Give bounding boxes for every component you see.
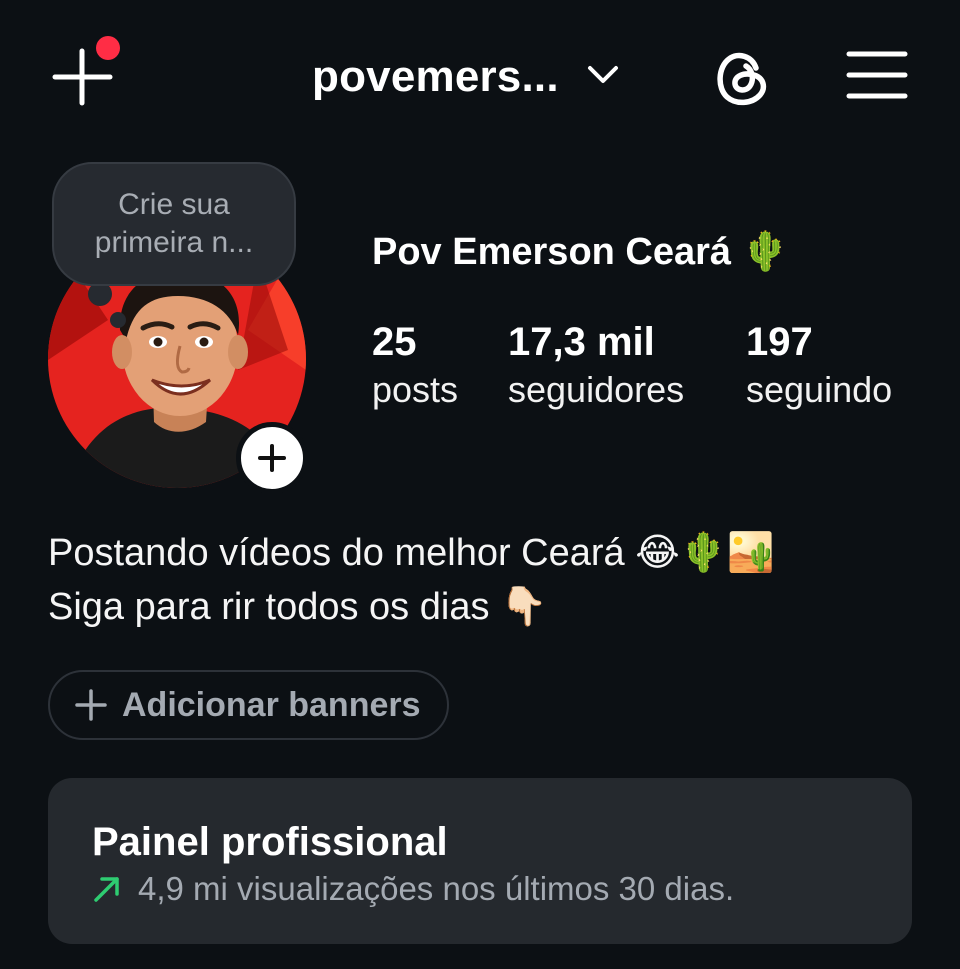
panel-subtitle-text: 4,9 mi visualizações nos últimos 30 dias… [138, 870, 735, 907]
create-button[interactable] [52, 36, 120, 106]
stat-label: seguindo [746, 369, 893, 410]
hamburger-menu-icon[interactable] [846, 50, 908, 100]
stat-followers[interactable]: 17,3 mil seguidores [508, 318, 684, 414]
add-banners-button[interactable]: Adicionar banners [48, 670, 449, 740]
panel-title: Painel profissional [92, 820, 448, 864]
stat-label: seguidores [508, 369, 685, 410]
note-text: Crie sua primeira n... [94, 188, 254, 259]
stat-value: 197 [746, 320, 813, 364]
top-bar: povemers... [0, 0, 960, 160]
chevron-down-icon [587, 66, 618, 83]
profile-page: povemers... Crie sua primeira n... Pov E… [0, 0, 960, 969]
professional-dashboard-card[interactable]: Painel profissional 4,9 mi visualizações… [48, 778, 912, 944]
add-banners-label: Adicionar banners [122, 685, 421, 724]
account-switcher[interactable]: povemers... [312, 52, 619, 102]
notification-dot [96, 36, 120, 60]
stat-following[interactable]: 197 seguindo [746, 318, 892, 414]
username-label: povemers... [312, 52, 559, 101]
add-story-button[interactable] [236, 422, 308, 494]
threads-icon[interactable] [712, 46, 774, 108]
note-bubble[interactable]: Crie sua primeira n... [52, 162, 296, 286]
note-bubble-tail-small [110, 312, 126, 328]
stat-value: 25 [372, 320, 417, 364]
bio-line: Siga para rir todos os dias 👇🏻 [48, 586, 548, 628]
stat-label: posts [372, 369, 459, 410]
bio-line: Postando vídeos do melhor Ceará 😂🌵🏜️ [48, 532, 775, 574]
plus-icon [258, 444, 286, 472]
stat-posts[interactable]: 25 posts [372, 318, 458, 414]
stat-value: 17,3 mil [508, 320, 655, 364]
trend-up-arrow-icon [94, 877, 119, 902]
plus-icon [75, 689, 107, 721]
panel-subtitle: 4,9 mi visualizações nos últimos 30 dias… [92, 870, 734, 908]
profile-display-name: Pov Emerson Ceará 🌵 [372, 231, 789, 273]
profile-bio: Postando vídeos do melhor Ceará 😂🌵🏜️ Sig… [48, 526, 774, 634]
